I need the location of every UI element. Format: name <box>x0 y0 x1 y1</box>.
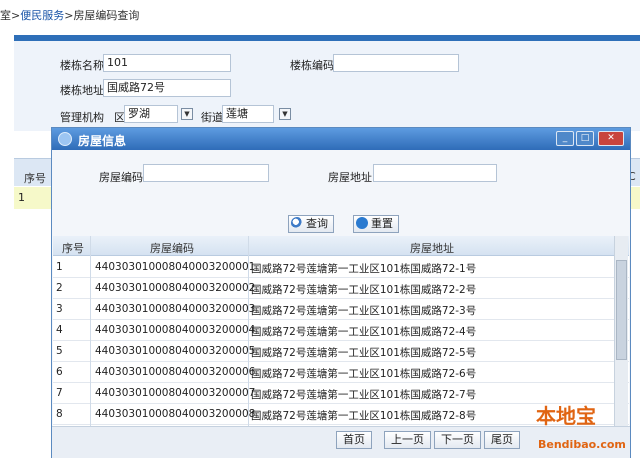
watermark-url: Bendibao.com <box>538 438 626 451</box>
row-seq: 1 <box>56 261 63 273</box>
management-agency-label: 管理机构 <box>60 111 104 124</box>
first-page-button[interactable]: 首页 <box>336 431 372 449</box>
reset-button-label: 重置 <box>371 217 393 230</box>
house-code-query-page: 室>便民服务>房屋编码查询 楼栋名称 101 楼栋编码 楼栋地址 国威路72号 … <box>0 0 640 458</box>
district-select[interactable]: 罗湖 <box>124 105 178 123</box>
row-house-code: 440303010008040003200005 <box>95 345 256 357</box>
reset-button[interactable]: 重置 <box>353 215 399 233</box>
background-grid-seq-header: 序号 <box>24 172 46 185</box>
row-house-address: 国威路72号莲塘第一工业区101栋国威路72-1号 <box>251 263 477 275</box>
close-icon[interactable]: ✕ <box>598 131 624 146</box>
next-page-button[interactable]: 下一页 <box>434 431 481 449</box>
building-name-input[interactable]: 101 <box>103 54 231 72</box>
row-seq: 7 <box>56 387 63 399</box>
building-address-input[interactable]: 国威路72号 <box>103 79 231 97</box>
street-label: 街道 <box>201 111 223 124</box>
row-house-code: 440303010008040003200004 <box>95 324 256 336</box>
row-house-address: 国威路72号莲塘第一工业区101栋国威路72-8号 <box>251 410 477 422</box>
query-button[interactable]: 查询 <box>288 215 334 233</box>
table-row[interactable]: 1 440303010008040003200001 国威路72号莲塘第一工业区… <box>53 257 629 278</box>
dialog-title: 房屋信息 <box>78 134 127 148</box>
table-row[interactable]: 3 440303010008040003200003 国威路72号莲塘第一工业区… <box>53 299 629 320</box>
query-button-label: 查询 <box>306 217 328 230</box>
refresh-icon <box>356 217 368 229</box>
row-house-address: 国威路72号莲塘第一工业区101栋国威路72-7号 <box>251 389 477 401</box>
prev-page-button[interactable]: 上一页 <box>384 431 431 449</box>
table-row[interactable]: 4 440303010008040003200004 国威路72号莲塘第一工业区… <box>53 320 629 341</box>
row-house-code: 440303010008040003200001 <box>95 261 256 273</box>
row-house-code: 440303010008040003200008 <box>95 408 256 420</box>
row-seq: 3 <box>56 303 63 315</box>
row-house-code: 440303010008040003200006 <box>95 366 256 378</box>
search-icon <box>291 217 303 229</box>
building-address-label: 楼栋地址 <box>60 84 104 97</box>
house-address-input[interactable] <box>373 164 497 182</box>
building-code-label: 楼栋编码 <box>290 59 334 72</box>
row-house-address: 国威路72号莲塘第一工业区101栋国威路72-3号 <box>251 305 477 317</box>
building-name-label: 楼栋名称 <box>60 59 104 72</box>
column-divider <box>248 236 249 458</box>
breadcrumb-link-convenience-services[interactable]: 便民服务 <box>20 9 64 22</box>
house-code-label: 房屋编码 <box>99 171 143 184</box>
table-row[interactable]: 2 440303010008040003200002 国威路72号莲塘第一工业区… <box>53 278 629 299</box>
minimize-icon[interactable]: _ <box>556 131 574 146</box>
background-grid-row-seq: 1 <box>18 191 25 204</box>
district-dropdown-arrow-icon[interactable]: ▼ <box>181 108 193 120</box>
last-page-button[interactable]: 尾页 <box>484 431 520 449</box>
dialog-app-icon <box>58 132 72 146</box>
maximize-icon[interactable]: □ <box>576 131 594 146</box>
row-house-code: 440303010008040003200003 <box>95 303 256 315</box>
row-house-code: 440303010008040003200002 <box>95 282 256 294</box>
watermark-logo: 本地宝 <box>536 404 596 428</box>
dialog-title-bar[interactable]: 房屋信息 _ □ ✕ <box>52 128 630 150</box>
street-dropdown-arrow-icon[interactable]: ▼ <box>279 108 291 120</box>
row-house-address: 国威路72号莲塘第一工业区101栋国威路72-4号 <box>251 326 477 338</box>
breadcrumb-current: 房屋编码查询 <box>73 9 140 22</box>
building-search-form: 楼栋名称 101 楼栋编码 楼栋地址 国威路72号 管理机构 区 罗湖 ▼ 街道… <box>14 41 640 131</box>
house-search-form: 房屋编码 房屋地址 <box>52 150 630 210</box>
row-house-address: 国威路72号莲塘第一工业区101栋国威路72-6号 <box>251 368 477 380</box>
column-divider <box>90 236 91 458</box>
row-house-address: 国威路72号莲塘第一工业区101栋国威路72-5号 <box>251 347 477 359</box>
breadcrumb-prefix: 室> <box>0 9 21 22</box>
breadcrumb: 室>便民服务>房屋编码查询 <box>0 7 139 23</box>
building-code-input[interactable] <box>333 54 459 72</box>
row-seq: 5 <box>56 345 63 357</box>
bendibao-watermark: 本地宝 Bendibao.com <box>532 400 640 458</box>
row-house-code: 440303010008040003200007 <box>95 387 256 399</box>
row-seq: 8 <box>56 408 63 420</box>
scrollbar-thumb[interactable] <box>616 260 627 360</box>
column-header-house-address[interactable]: 房屋地址 <box>410 240 454 256</box>
row-house-address: 国威路72号莲塘第一工业区101栋国威路72-2号 <box>251 284 477 296</box>
row-seq: 2 <box>56 282 63 294</box>
row-seq: 4 <box>56 324 63 336</box>
table-row[interactable]: 5 440303010008040003200005 国威路72号莲塘第一工业区… <box>53 341 629 362</box>
column-header-house-code[interactable]: 房屋编码 <box>150 240 194 256</box>
house-code-input[interactable] <box>143 164 269 182</box>
grid-header: 序号 房屋编码 房屋地址 <box>53 236 629 256</box>
column-header-seq[interactable]: 序号 <box>62 240 84 256</box>
house-address-label: 房屋地址 <box>328 171 372 184</box>
table-row[interactable]: 6 440303010008040003200006 国威路72号莲塘第一工业区… <box>53 362 629 383</box>
street-select[interactable]: 莲塘 <box>222 105 274 123</box>
grid-vertical-scrollbar[interactable] <box>614 236 628 426</box>
row-seq: 6 <box>56 366 63 378</box>
